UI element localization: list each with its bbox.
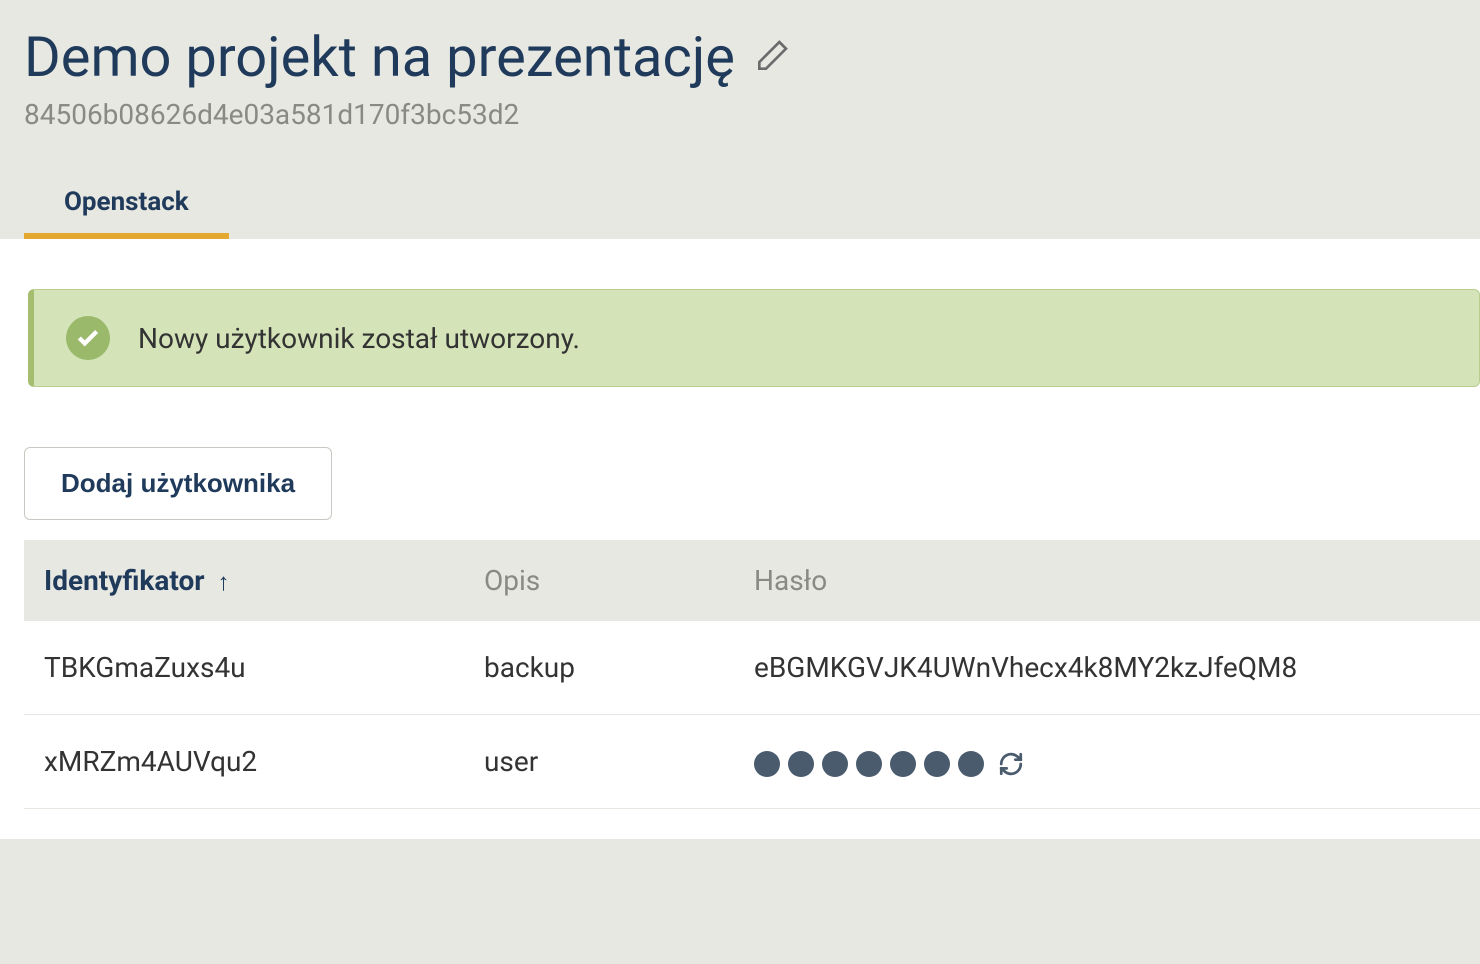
check-icon xyxy=(66,316,110,360)
edit-icon[interactable] xyxy=(751,37,791,77)
tabs: Openstack xyxy=(24,171,1456,239)
column-header-desc[interactable]: Opis xyxy=(464,540,734,621)
password-dot xyxy=(890,751,916,777)
column-header-id-label: Identyfikator xyxy=(44,564,205,597)
add-user-button[interactable]: Dodaj użytkownika xyxy=(24,447,332,520)
refresh-icon[interactable] xyxy=(998,751,1024,777)
cell-password: eBGMKGVJK4UWnVhecx4k8MY2kzJfeQM8 xyxy=(734,621,1480,715)
cell-desc: user xyxy=(464,715,734,809)
users-table: Identyfikator ↑ Opis Hasło TBKGmaZuxs4ub… xyxy=(24,540,1480,809)
table-row[interactable]: xMRZm4AUVqu2user xyxy=(24,715,1480,809)
alert-message: Nowy użytkownik został utworzony. xyxy=(138,322,580,355)
password-dot xyxy=(856,751,882,777)
page-title: Demo projekt na prezentację xyxy=(24,24,735,90)
table-row[interactable]: TBKGmaZuxs4ubackupeBGMKGVJK4UWnVhecx4k8M… xyxy=(24,621,1480,715)
page-header: Demo projekt na prezentację 84506b08626d… xyxy=(0,0,1480,239)
cell-id: TBKGmaZuxs4u xyxy=(24,621,464,715)
column-header-password[interactable]: Hasło xyxy=(734,540,1480,621)
success-alert: Nowy użytkownik został utworzony. xyxy=(28,289,1480,387)
content-area: Nowy użytkownik został utworzony. Dodaj … xyxy=(0,239,1480,839)
cell-password xyxy=(734,715,1480,809)
password-dot xyxy=(958,751,984,777)
password-dot xyxy=(754,751,780,777)
cell-id: xMRZm4AUVqu2 xyxy=(24,715,464,809)
column-header-id[interactable]: Identyfikator ↑ xyxy=(24,540,464,621)
tab-openstack[interactable]: Openstack xyxy=(24,171,229,239)
password-dot xyxy=(924,751,950,777)
password-dot xyxy=(822,751,848,777)
table-header-row: Identyfikator ↑ Opis Hasło xyxy=(24,540,1480,621)
project-id: 84506b08626d4e03a581d170f3bc53d2 xyxy=(24,98,1456,131)
title-row: Demo projekt na prezentację xyxy=(24,24,1456,90)
sort-asc-icon: ↑ xyxy=(218,568,230,596)
password-masked xyxy=(754,751,984,777)
actions-bar: Dodaj użytkownika xyxy=(0,387,1480,540)
password-dot xyxy=(788,751,814,777)
cell-desc: backup xyxy=(464,621,734,715)
